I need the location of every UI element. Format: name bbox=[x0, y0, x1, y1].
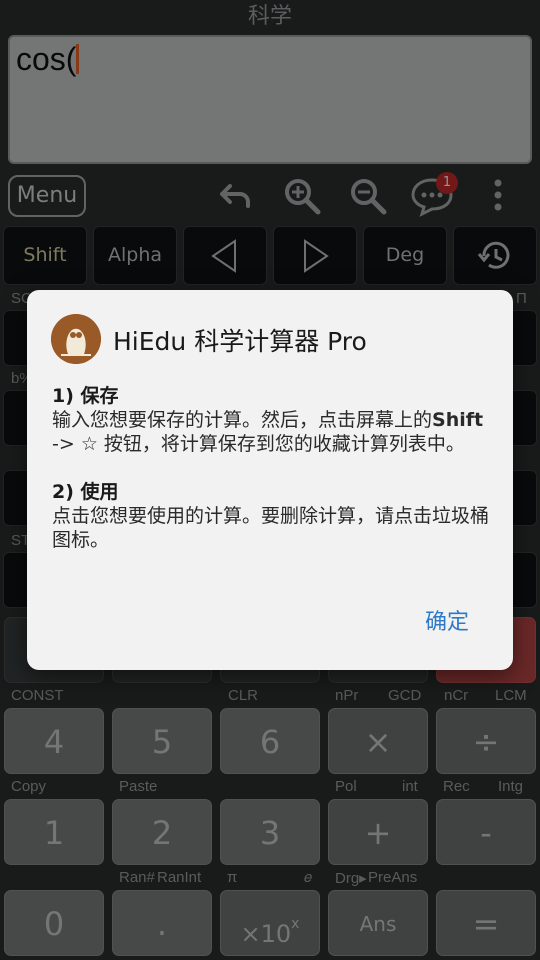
dialog-title: HiEdu 科学计算器 Pro bbox=[113, 327, 367, 356]
dialog-body: 1) 保存 输入您想要保存的计算。然后，点击屏幕上的Shift -> ☆ 按钮，… bbox=[52, 384, 492, 552]
section-use-heading: 2) 使用 bbox=[52, 481, 119, 503]
ok-button[interactable]: 确定 bbox=[425, 604, 469, 636]
help-dialog: HiEdu 科学计算器 Pro 1) 保存 输入您想要保存的计算。然后，点击屏幕… bbox=[27, 290, 513, 670]
app-logo-icon bbox=[51, 314, 101, 364]
section-save-text: 输入您想要保存的计算。然后，点击屏幕上的Shift -> ☆ 按钮，将计算保存到… bbox=[52, 409, 484, 455]
section-use-text: 点击您想要使用的计算。要删除计算，请点击垃圾桶图标。 bbox=[52, 505, 490, 551]
section-save-heading: 1) 保存 bbox=[52, 385, 119, 407]
